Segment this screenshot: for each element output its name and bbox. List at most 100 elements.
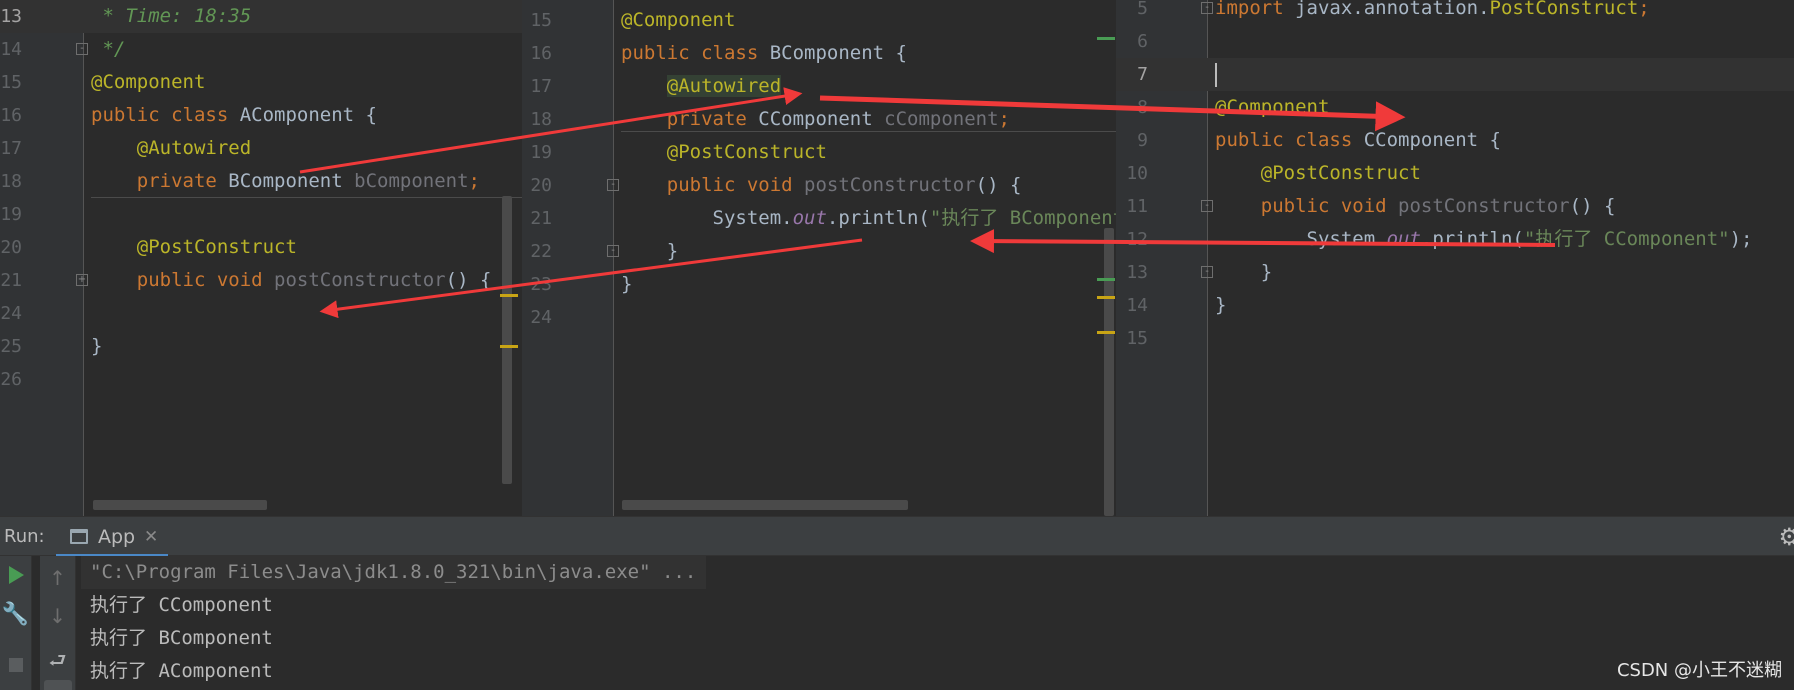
code-line[interactable]: 12 System.out.println("执行了 CComponent"); — [1116, 223, 1794, 256]
editor-pane-acomponent[interactable]: 13 * Time: 18:35 14 - */ 15 @Component 16 publ… — [0, 0, 522, 516]
gear-icon[interactable]: ⚙ — [1778, 517, 1794, 557]
code-token: } — [621, 273, 633, 295]
warning-marker[interactable] — [500, 294, 518, 297]
code-line[interactable]: 18 private BComponent bComponent; — [0, 165, 522, 198]
fold-expand-icon[interactable]: + — [76, 274, 88, 286]
console-output[interactable]: "C:\Program Files\Java\jdk1.8.0_321\bin\… — [81, 556, 1794, 690]
code-line[interactable]: 23} — [522, 268, 1116, 301]
code-text: public void postConstructor() { — [621, 169, 1022, 202]
line-number: 24 — [530, 307, 552, 328]
code-text: @PostConstruct — [621, 136, 827, 169]
code-text: } — [621, 268, 632, 301]
code-line[interactable]: 25} — [0, 330, 522, 363]
code-token: out — [1386, 228, 1421, 250]
code-line[interactable]: 20 - public void postConstructor() { — [522, 169, 1116, 202]
code-line[interactable]: 15 @Component — [0, 66, 522, 99]
code-token: } — [1215, 261, 1273, 283]
code-line[interactable]: 15 @Component — [522, 4, 1116, 37]
code-text: } — [621, 235, 678, 268]
code-text: */ — [91, 33, 125, 66]
code-line[interactable]: 21 System.out.println("执行了 BComponent"); — [522, 202, 1116, 235]
code-line[interactable]: 19 @PostConstruct — [522, 136, 1116, 169]
code-line[interactable]: 15 — [1116, 322, 1794, 355]
editor-pane-ccomponent[interactable]: 5- import javax.annotation.PostConstruct;… — [1116, 0, 1794, 516]
vertical-scrollbar[interactable] — [1104, 228, 1114, 516]
fold-collapse-icon[interactable]: - — [607, 179, 619, 191]
scroll-to-end-icon[interactable] — [44, 680, 72, 690]
code-token: () { — [1569, 195, 1616, 217]
code-text: @Component — [621, 4, 735, 37]
vertical-scrollbar[interactable] — [502, 196, 512, 484]
code-text: import javax.annotation.PostConstruct; — [1215, 0, 1650, 25]
code-token: } — [91, 335, 103, 357]
code-line[interactable]: 26 — [0, 363, 522, 396]
line-number: 9 — [1137, 130, 1148, 151]
code-line[interactable]: 5 - import javax.annotation.PostConstruct; — [1116, 0, 1794, 25]
console-toolbar: ↑ ↓ ⮐ — [40, 556, 76, 690]
code-text: System.out.println("执行了 CComponent"); — [1215, 223, 1753, 256]
code-text — [1215, 58, 1217, 91]
code-token: @PostConstruct — [621, 141, 827, 163]
code-line[interactable]: 24 — [0, 297, 522, 330]
line-number: 14 — [0, 39, 22, 60]
warning-marker[interactable] — [500, 345, 518, 348]
warning-marker[interactable] — [1097, 296, 1115, 299]
console-command: "C:\Program Files\Java\jdk1.8.0_321\bin\… — [81, 556, 707, 589]
warning-marker[interactable] — [1097, 331, 1115, 334]
line-number: 15 — [1126, 328, 1148, 349]
fold-collapse-icon[interactable]: - — [76, 43, 88, 55]
code-line[interactable]: 7 — [1116, 58, 1794, 91]
stop-icon[interactable] — [9, 658, 23, 672]
code-text: public class BComponent { — [621, 37, 907, 70]
code-token: } — [1215, 294, 1227, 316]
code-line[interactable]: 6 — [1116, 25, 1794, 58]
soft-wrap-icon[interactable]: ⮐ — [40, 646, 75, 680]
fold-collapse-icon[interactable]: - — [1201, 2, 1213, 14]
code-token: postConstructor — [274, 269, 446, 291]
arrow-up-icon[interactable]: ↑ — [40, 566, 75, 590]
code-line[interactable]: 10 @PostConstruct — [1116, 157, 1794, 190]
change-marker[interactable] — [1097, 37, 1115, 40]
code-line[interactable]: 13 - } — [1116, 256, 1794, 289]
arrow-down-icon[interactable]: ↓ — [40, 604, 75, 628]
line-number: 26 — [0, 369, 22, 390]
code-text: * Time: 18:35 — [91, 0, 251, 33]
fold-collapse-icon[interactable]: - — [1201, 200, 1213, 212]
horizontal-scrollbar[interactable] — [93, 500, 267, 510]
code-line[interactable]: 14} — [1116, 289, 1794, 322]
line-number: 17 — [0, 138, 22, 159]
code-line[interactable]: 20 @PostConstruct — [0, 231, 522, 264]
code-line[interactable]: 9 public class CComponent { — [1116, 124, 1794, 157]
horizontal-scrollbar[interactable] — [622, 500, 908, 510]
close-icon[interactable]: ✕ — [144, 517, 158, 557]
code-line[interactable]: 24 — [522, 301, 1116, 334]
change-marker[interactable] — [1097, 278, 1115, 281]
tab-app[interactable]: App ✕ — [56, 517, 168, 557]
line-number: 17 — [530, 76, 552, 97]
play-icon[interactable] — [9, 566, 24, 584]
code-line[interactable]: 16 public class BComponent { — [522, 37, 1116, 70]
code-line[interactable]: 17 @Autowired — [0, 132, 522, 165]
line-number: 7 — [1137, 64, 1148, 85]
code-line[interactable]: 22 - } — [522, 235, 1116, 268]
line-number: 21 — [0, 270, 22, 291]
console-output-line: 执行了 BComponent — [90, 627, 273, 649]
code-line[interactable]: 17 @Autowired — [522, 70, 1116, 103]
fold-collapse-icon[interactable]: - — [1201, 266, 1213, 278]
code-line[interactable]: 11 - public void postConstructor() { — [1116, 190, 1794, 223]
editor-pane-bcomponent[interactable]: 15 @Component 16 public class BComponent {1… — [522, 0, 1116, 516]
code-line[interactable]: 16 public class AComponent { — [0, 99, 522, 132]
fold-collapse-icon[interactable]: - — [607, 245, 619, 257]
code-token: @Autowired — [666, 75, 782, 97]
code-line[interactable]: 19 — [0, 198, 522, 231]
code-line[interactable]: 21 + public void postConstructor() { — [0, 264, 522, 297]
code-line[interactable]: 8 @Component — [1116, 91, 1794, 124]
code-token: public class — [1215, 129, 1364, 151]
code-text: @Component — [91, 66, 205, 99]
line-number: 19 — [0, 204, 22, 225]
code-text: @PostConstruct — [1215, 157, 1421, 190]
code-line[interactable]: 14 - */ — [0, 33, 522, 66]
code-line[interactable]: 13 * Time: 18:35 — [0, 0, 522, 33]
code-token: @Autowired — [91, 137, 252, 159]
wrench-icon[interactable]: 🔧 — [0, 602, 31, 627]
